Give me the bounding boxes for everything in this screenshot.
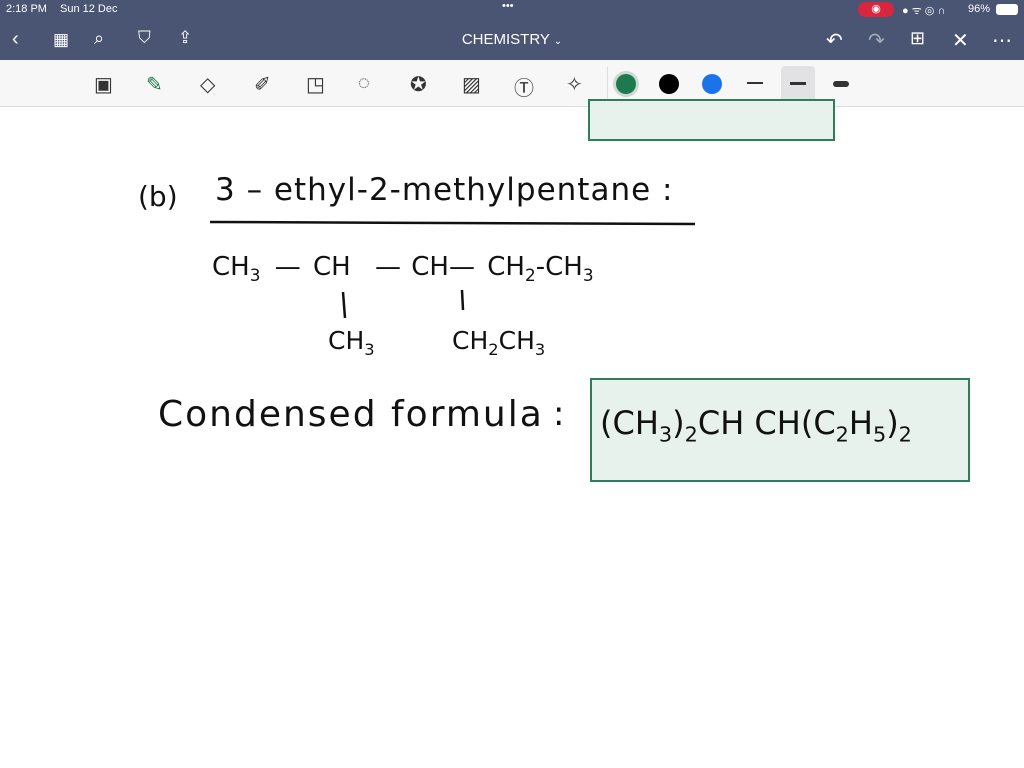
carbon-1: CH: [212, 252, 250, 282]
sub: 2: [524, 265, 536, 286]
text: CH: [452, 326, 489, 355]
text: ): [886, 404, 899, 442]
branch-bond-2: [460, 289, 465, 311]
condensed-formula: (CH3)2CH CH(C2H5)2: [600, 404, 912, 446]
sub: 3: [534, 340, 546, 359]
title-underline: [209, 220, 696, 226]
text: CH CH(C: [697, 404, 836, 442]
sub: 3: [364, 340, 375, 359]
methyl-branch: CH3: [328, 326, 375, 359]
structural-chain: CH3 — CH — CH— CH2-CH3: [212, 252, 594, 285]
sub: 5: [872, 422, 887, 447]
sub: 2: [684, 422, 698, 447]
text: CH: [498, 326, 535, 355]
sub: 2: [488, 340, 499, 359]
bond: —: [374, 252, 401, 282]
colon: :: [553, 394, 565, 434]
carbon-5: CH: [545, 252, 583, 282]
sub: 3: [249, 265, 261, 286]
carbon-4: CH: [487, 252, 525, 282]
previous-answer-box: [588, 99, 835, 141]
text: (CH: [600, 404, 659, 442]
bond: -: [535, 252, 546, 282]
text: CH: [328, 326, 365, 355]
sub: 2: [898, 422, 912, 447]
text: H: [848, 404, 873, 442]
sub: 3: [582, 265, 594, 286]
sub: 3: [658, 422, 673, 447]
part-label: (b): [138, 180, 178, 213]
carbon-2: CH: [313, 252, 351, 282]
bond: —: [274, 252, 301, 282]
compound-name: 3 – ethyl-2-methylpentane :: [215, 172, 674, 208]
ink-strokes: [209, 99, 970, 482]
ethyl-branch: CH2CH3: [452, 326, 545, 359]
carbon-3: CH—: [411, 252, 475, 282]
condensed-label: Condensed formula: [158, 394, 544, 435]
sub: 2: [835, 422, 849, 447]
text: ): [672, 404, 685, 442]
branch-bond-1: [341, 291, 347, 319]
